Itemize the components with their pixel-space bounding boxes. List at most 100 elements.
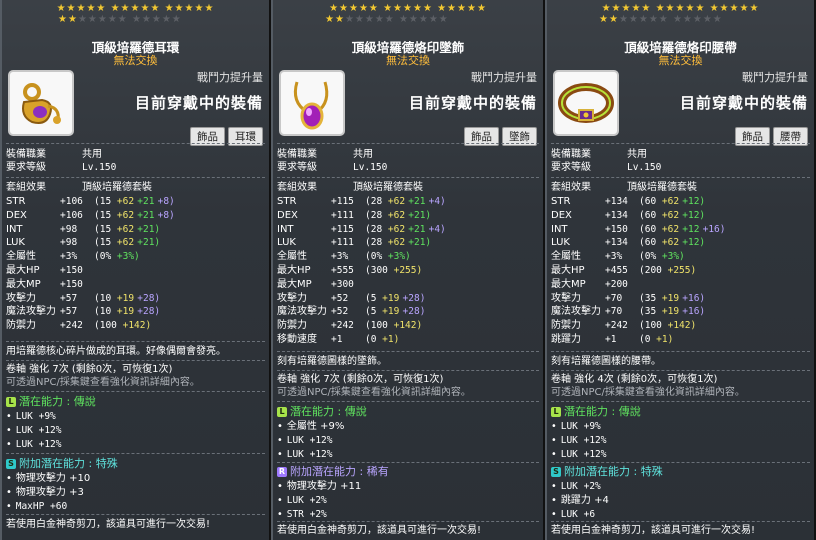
- stat-flame-bonus: +21): [408, 237, 432, 249]
- stat-flame-bonus: +12: [682, 223, 700, 235]
- stat-scroll-bonus: +4): [428, 196, 446, 207]
- stat-base: (35: [639, 292, 662, 304]
- scroll-enhance-info: 卷軸 強化 7次 (剩餘0次，可恢復1次): [277, 374, 444, 385]
- stat-row: 攻擊力 +52 (5 +19 +28): [277, 292, 539, 305]
- stat-star-bonus: +62: [116, 223, 135, 235]
- stat-row: 最大HP +455 (200 +255): [551, 264, 810, 277]
- stat-base: (0: [365, 334, 383, 345]
- stat-row: 防禦力 +242 (100 +142): [6, 319, 265, 332]
- stat-flame-bonus: +3%): [661, 251, 685, 263]
- stat-star-bonus: +62: [661, 237, 680, 249]
- stat-row: INT +115 (28 +62 +21 +4): [277, 223, 539, 236]
- stat-name: STR: [6, 196, 26, 207]
- potential-line: • 全屬性 +9%: [277, 421, 345, 432]
- legendary-badge-icon: L: [551, 407, 561, 417]
- stat-name: STR: [551, 196, 571, 207]
- stat-total: +111: [331, 237, 354, 249]
- stat-total: +134: [605, 209, 628, 221]
- additional-line: • MaxHP +60: [6, 501, 68, 512]
- stat-name: 移動速度: [277, 334, 317, 345]
- stat-base: (28: [365, 237, 388, 249]
- additional-line: • 跳躍力 +4: [551, 495, 609, 506]
- potential-line: • LUK +9%: [551, 421, 601, 432]
- item-description: 用培羅德核心碎片做成的耳環。好像偶爾會發亮。: [6, 346, 226, 357]
- set-effect-row: 套組效果 頂級培羅德套裝: [551, 182, 697, 193]
- stat-name: 最大HP: [6, 265, 40, 276]
- stat-row: 最大HP +555 (300 +255): [277, 264, 539, 277]
- stat-row: LUK +134 (60 +62 +12): [551, 236, 810, 249]
- stat-row: STR +106 (15 +62 +21 +8): [6, 195, 265, 208]
- power-increase-label: 戰鬥力提升量: [471, 71, 537, 84]
- stat-flame-bonus: +3%): [116, 251, 140, 263]
- stat-name: 魔法攻擊力: [551, 306, 601, 318]
- stat-name: 魔法攻擊力: [6, 306, 56, 318]
- potential-line: • LUK +9%: [6, 411, 56, 422]
- stat-name: DEX: [277, 209, 298, 221]
- stat-total: +242: [60, 320, 83, 332]
- enhance-hint: 可透過NPC/採集鍵查看強化資訊詳細內容。: [551, 387, 745, 398]
- additional-potential-header: S 附加潛在能力 : 特殊: [551, 465, 810, 478]
- potential-header: L 潛在能力 : 傳說: [551, 405, 810, 418]
- star-force-stars: ★★★★★ ★★★★★ ★★★★★ ★★★★★★★ ★★★★★: [325, 3, 487, 25]
- additional-potential-header: S 附加潛在能力 : 特殊: [6, 457, 265, 470]
- stat-total: +3%: [60, 251, 78, 263]
- tooltip-belt: ★★★★★ ★★★★★ ★★★★★ ★★★★★★★ ★★★★★ 頂級培羅德烙印腰…: [545, 0, 816, 540]
- set-effect-row: 套組效果 頂級培羅德套裝: [6, 182, 152, 193]
- stat-name: 防禦力: [6, 320, 36, 332]
- scroll-enhance-info: 卷軸 強化 4次 (剩餘0次，可恢復1次): [551, 374, 718, 385]
- stat-base: (15: [94, 223, 117, 235]
- stat-row: 防禦力 +242 (100 +142): [277, 319, 539, 332]
- legendary-badge-icon: L: [277, 407, 287, 417]
- scroll-enhance-info: 卷軸 強化 7次 (剩餘0次，可恢復1次): [6, 364, 173, 375]
- stat-total: +70: [605, 306, 623, 318]
- stat-name: 魔法攻擊力: [277, 306, 327, 318]
- stat-star-bonus: +62: [116, 237, 135, 249]
- stat-base: (0: [639, 334, 657, 345]
- stat-name: STR: [277, 196, 297, 207]
- stat-scroll-bonus: +4): [428, 223, 446, 235]
- pendant-icon: [279, 70, 345, 136]
- stat-base: (60: [639, 209, 662, 221]
- stat-total: +57: [60, 292, 78, 304]
- stat-row: DEX +106 (15 +62 +21 +8): [6, 209, 265, 222]
- stat-star-bonus: +19: [382, 292, 400, 304]
- stat-name: 最大HP: [551, 265, 585, 276]
- stat-total: +115: [331, 223, 354, 235]
- stat-flame-bonus: +12): [682, 209, 706, 221]
- stat-total: +98: [60, 237, 78, 249]
- stat-total: +242: [605, 320, 628, 332]
- legendary-badge-icon: L: [6, 397, 16, 407]
- stat-base: (28: [365, 196, 388, 207]
- currently-equipped-label: 目前穿戴中的裝備: [134, 94, 263, 112]
- stat-star-bonus: +19: [116, 292, 135, 304]
- stat-name: LUK: [277, 237, 296, 249]
- stat-total: +106: [60, 196, 83, 207]
- stat-row: LUK +111 (28 +62 +21): [277, 236, 539, 249]
- stat-row: 魔法攻擊力 +57 (10 +19 +28): [6, 305, 265, 318]
- stat-row: 全屬性 +3% (0% +3%): [551, 250, 810, 263]
- stat-flame-bonus: +21: [408, 223, 426, 235]
- stat-name: 最大HP: [277, 265, 311, 276]
- additional-line: • 物理攻擊力 +11: [277, 481, 362, 492]
- stat-base: (0%: [94, 251, 117, 263]
- stat-star-bonus: +1): [382, 334, 400, 345]
- stat-star-bonus: +142): [667, 320, 697, 332]
- stat-total: +150: [60, 278, 83, 290]
- stat-total: +300: [331, 278, 354, 290]
- stat-scroll-bonus: +16): [682, 306, 706, 318]
- stat-total: +455: [605, 265, 628, 276]
- stat-total: +111: [331, 209, 354, 221]
- stat-name: 全屬性: [551, 251, 581, 263]
- additional-line: • LUK +2%: [551, 481, 601, 492]
- stat-base: (10: [94, 306, 117, 318]
- stat-name: DEX: [6, 209, 27, 221]
- stat-star-bonus: +1): [656, 334, 674, 345]
- level-row: 要求等級 Lv.150: [551, 162, 662, 173]
- stat-row: 最大HP +150: [6, 264, 265, 277]
- stat-row: 全屬性 +3% (0% +3%): [6, 250, 265, 263]
- stat-row: 最大MP +200: [551, 278, 810, 291]
- stat-total: +150: [60, 265, 83, 276]
- stat-name: 跳躍力: [551, 334, 581, 345]
- stat-scroll-bonus: +28): [137, 306, 161, 318]
- stat-base: (0%: [639, 251, 662, 263]
